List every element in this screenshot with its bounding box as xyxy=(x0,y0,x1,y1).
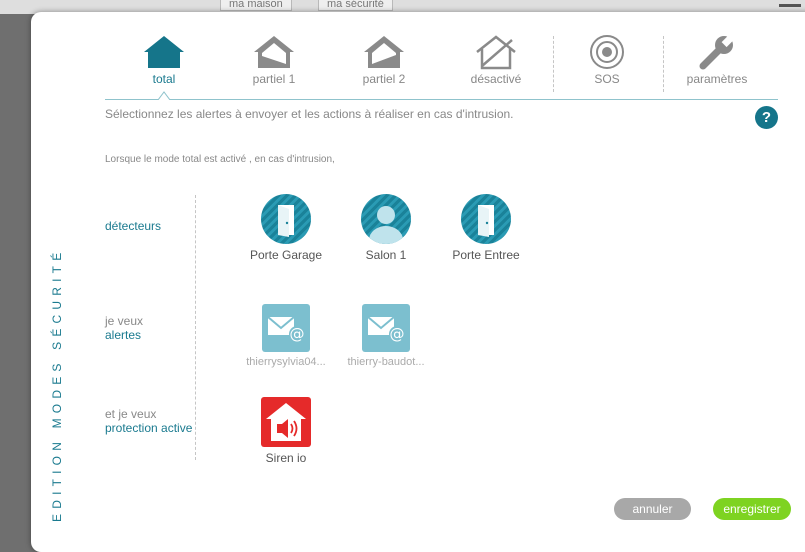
detector-porte-entree[interactable]: Porte Entree xyxy=(436,194,536,262)
protection-siren[interactable]: Siren io xyxy=(236,397,336,465)
house-disabled-icon xyxy=(476,35,516,70)
sos-target-icon xyxy=(590,35,624,69)
menu-icon[interactable] xyxy=(779,4,801,7)
alert-recipient: thierrysylvia04... xyxy=(246,356,326,368)
tab-parametres[interactable]: paramètres xyxy=(662,30,772,90)
tab-partiel-2[interactable]: partiel 2 xyxy=(329,30,439,90)
tab-label: paramètres xyxy=(686,72,748,86)
siren-icon xyxy=(261,397,311,447)
tab-sos[interactable]: SOS xyxy=(552,30,662,90)
siren-name: Siren io xyxy=(265,451,307,465)
house-partial-icon xyxy=(254,36,294,68)
alerts-label: alertes xyxy=(105,328,142,342)
motion-sensor-icon xyxy=(361,194,411,244)
instructions-text: Sélectionnez les alertes à envoyer et le… xyxy=(105,107,514,121)
row-label-detectors: détecteurs xyxy=(105,219,161,233)
cancel-button[interactable]: annuler xyxy=(614,498,691,520)
tab-label: partiel 2 xyxy=(362,72,406,86)
security-mode-modal xyxy=(31,12,805,552)
tab-label: partiel 1 xyxy=(252,72,296,86)
intro-text: Lorsque le mode total est activé , en ca… xyxy=(105,154,335,165)
detector-name: Porte Garage xyxy=(249,248,323,262)
tab-label: désactivé xyxy=(470,72,522,86)
alert-recipient: thierry-baudot... xyxy=(347,356,425,368)
side-title: EDITION MODES SÉCURITÉ xyxy=(50,247,64,522)
detector-porte-garage[interactable]: Porte Garage xyxy=(236,194,336,262)
tab-desactive[interactable]: désactivé xyxy=(441,30,551,90)
active-tab-pointer xyxy=(158,91,170,100)
tab-label: SOS xyxy=(594,72,620,86)
svg-text:@: @ xyxy=(290,325,305,343)
tab-total[interactable]: total xyxy=(109,30,219,90)
save-button[interactable]: enregistrer xyxy=(713,498,791,520)
email-icon: @ xyxy=(262,304,310,352)
tab-partiel-1[interactable]: partiel 1 xyxy=(219,30,329,90)
alert-email-2[interactable]: @ thierry-baudot... xyxy=(336,304,436,368)
detector-salon-1[interactable]: Salon 1 xyxy=(336,194,436,262)
protection-label-prefix: et je veux xyxy=(105,407,157,421)
help-button[interactable]: ? xyxy=(755,106,778,129)
svg-text:@: @ xyxy=(390,325,405,343)
door-sensor-icon xyxy=(461,194,511,244)
bg-tab-maison[interactable]: ma maison xyxy=(220,0,292,11)
protection-label: protection active xyxy=(105,421,193,435)
door-sensor-icon xyxy=(261,194,311,244)
bg-tab-securite[interactable]: ma sécurité xyxy=(318,0,393,11)
tab-label: total xyxy=(152,72,176,86)
row-divider xyxy=(195,195,196,460)
alerts-label-prefix: je veux xyxy=(105,314,144,328)
detector-name: Porte Entree xyxy=(452,248,520,262)
wrench-icon xyxy=(699,34,736,70)
detector-name: Salon 1 xyxy=(365,248,407,262)
detectors-label: détecteurs xyxy=(105,219,162,233)
row-label-protection: et je veux protection active xyxy=(105,407,192,435)
tab-underline xyxy=(105,99,778,100)
alert-email-1[interactable]: @ thierrysylvia04... xyxy=(236,304,336,368)
email-icon: @ xyxy=(362,304,410,352)
row-label-alerts: je veux alertes xyxy=(105,314,143,342)
house-partial-icon xyxy=(364,36,404,68)
house-filled-icon xyxy=(144,36,184,68)
